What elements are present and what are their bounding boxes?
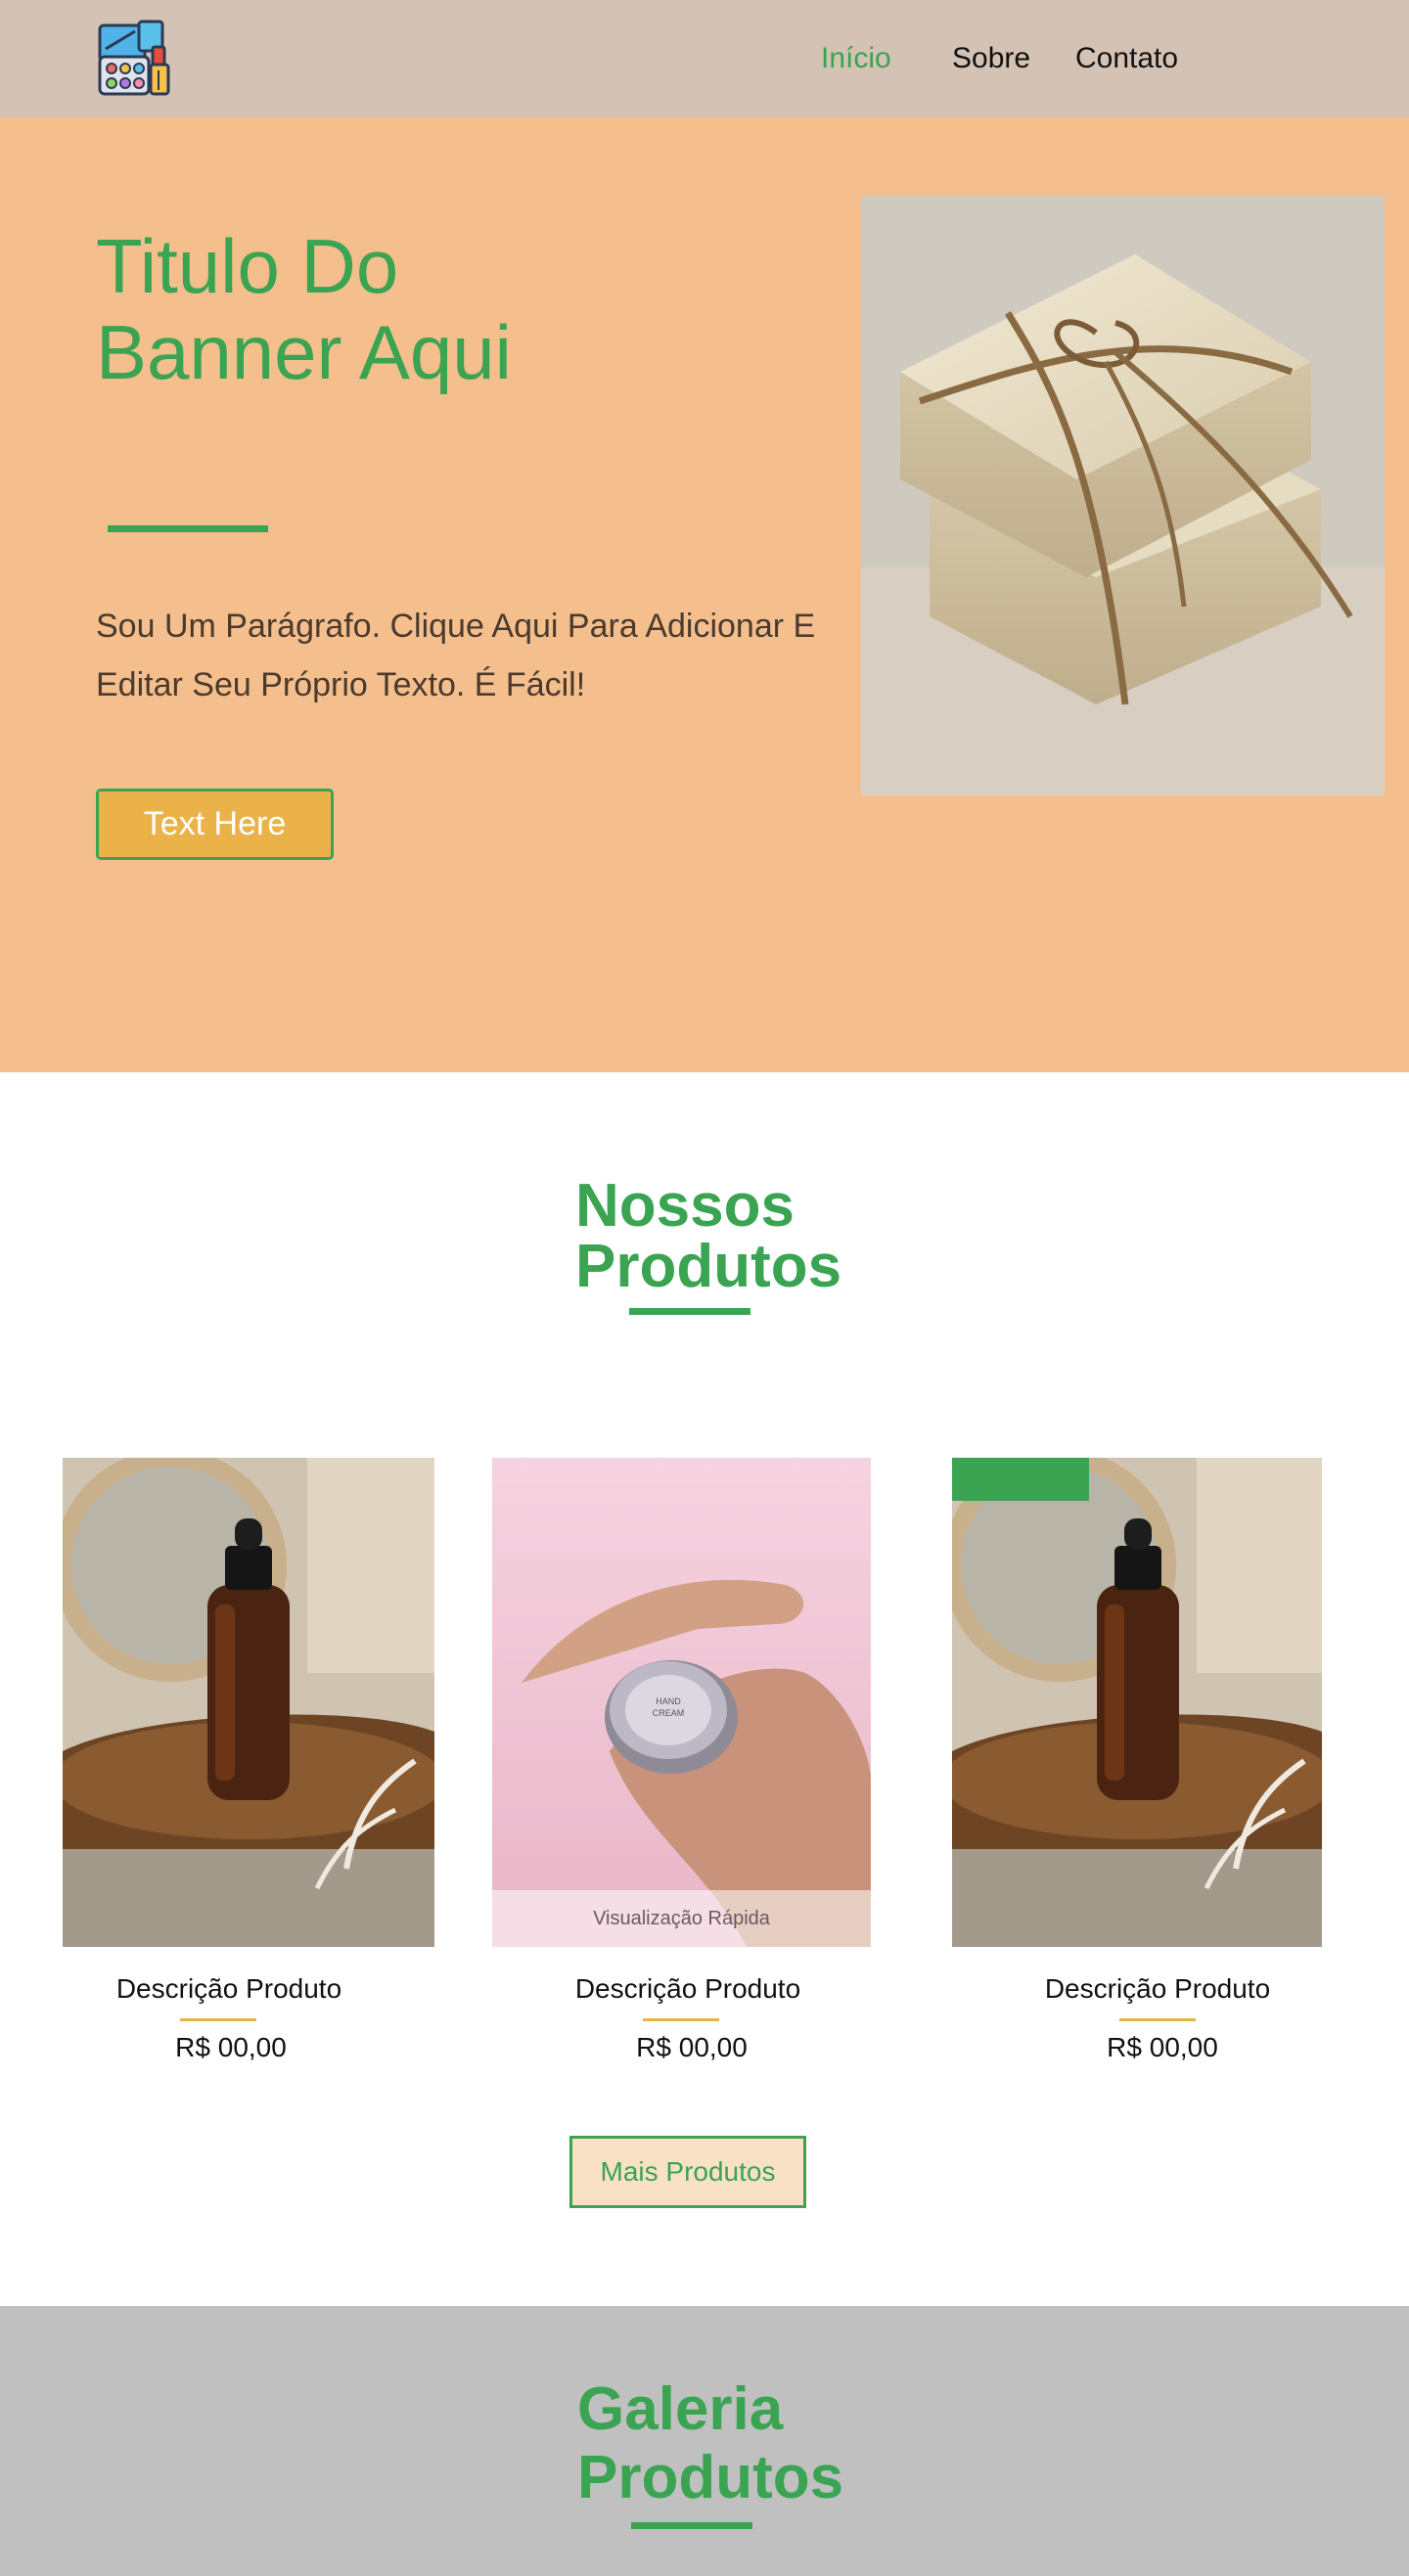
- product-price: R$ 00,00: [1107, 2032, 1218, 2062]
- nav-link-contato[interactable]: Contato: [1075, 39, 1178, 78]
- hero-paragraph-line: Editar Seu Próprio Texto. É Fácil!: [96, 666, 586, 703]
- hero-title-line: Titulo Do: [96, 223, 399, 309]
- product-image-dropper-bottle[interactable]: [952, 1458, 1322, 1947]
- nav-link-inicio[interactable]: Início: [821, 39, 891, 78]
- nav-link-sobre[interactable]: Sobre: [952, 39, 1030, 78]
- product-price: R$ 00,00: [636, 2032, 748, 2062]
- gallery-title-line: Galeria: [577, 2375, 784, 2443]
- product-price: R$ 00,00: [175, 2032, 287, 2062]
- svg-text:CREAM: CREAM: [653, 1708, 685, 1718]
- product-divider: [1119, 2018, 1196, 2021]
- products-section-title: Nossos Produtos: [575, 1176, 849, 1297]
- quick-view-button[interactable]: Visualização Rápida: [492, 1890, 871, 1947]
- products-title-line: Nossos: [575, 1172, 795, 1240]
- hero-title-underline: [108, 525, 268, 532]
- product-badge: [952, 1458, 1089, 1501]
- makeup-palette-icon[interactable]: [96, 20, 174, 98]
- hero-paragraph-line: Sou Um Parágrafo. Clique Aqui Para Adici…: [96, 608, 816, 645]
- more-products-button[interactable]: Mais Produtos: [569, 2136, 806, 2208]
- product-divider: [643, 2018, 719, 2021]
- product-divider: [180, 2018, 256, 2021]
- gallery-title-underline: [631, 2522, 752, 2529]
- hero-title: Titulo Do Banner Aqui: [96, 223, 781, 395]
- gallery-title-line: Produtos: [577, 2444, 844, 2511]
- site-header: Início Sobre Contato: [0, 0, 1409, 117]
- hero-soap-image: [861, 196, 1385, 795]
- gallery-section-title: Galeria Produtos: [577, 2375, 871, 2512]
- hero-cta-button[interactable]: Text Here: [96, 789, 334, 860]
- product-image-hand-cream[interactable]: HAND CREAM Visualização Rápida: [492, 1458, 871, 1947]
- hero-paragraph: Sou Um Parágrafo. Clique Aqui Para Adici…: [96, 597, 859, 714]
- svg-text:HAND: HAND: [656, 1696, 681, 1706]
- products-title-line: Produtos: [575, 1233, 842, 1300]
- product-name[interactable]: Descrição Produto: [492, 1971, 884, 2007]
- product-name[interactable]: Descrição Produto: [952, 1971, 1363, 2007]
- products-title-underline: [629, 1308, 750, 1315]
- product-image-dropper-bottle[interactable]: [63, 1458, 434, 1947]
- hero-title-line: Banner Aqui: [96, 309, 513, 395]
- product-name[interactable]: Descrição Produto: [63, 1971, 395, 2007]
